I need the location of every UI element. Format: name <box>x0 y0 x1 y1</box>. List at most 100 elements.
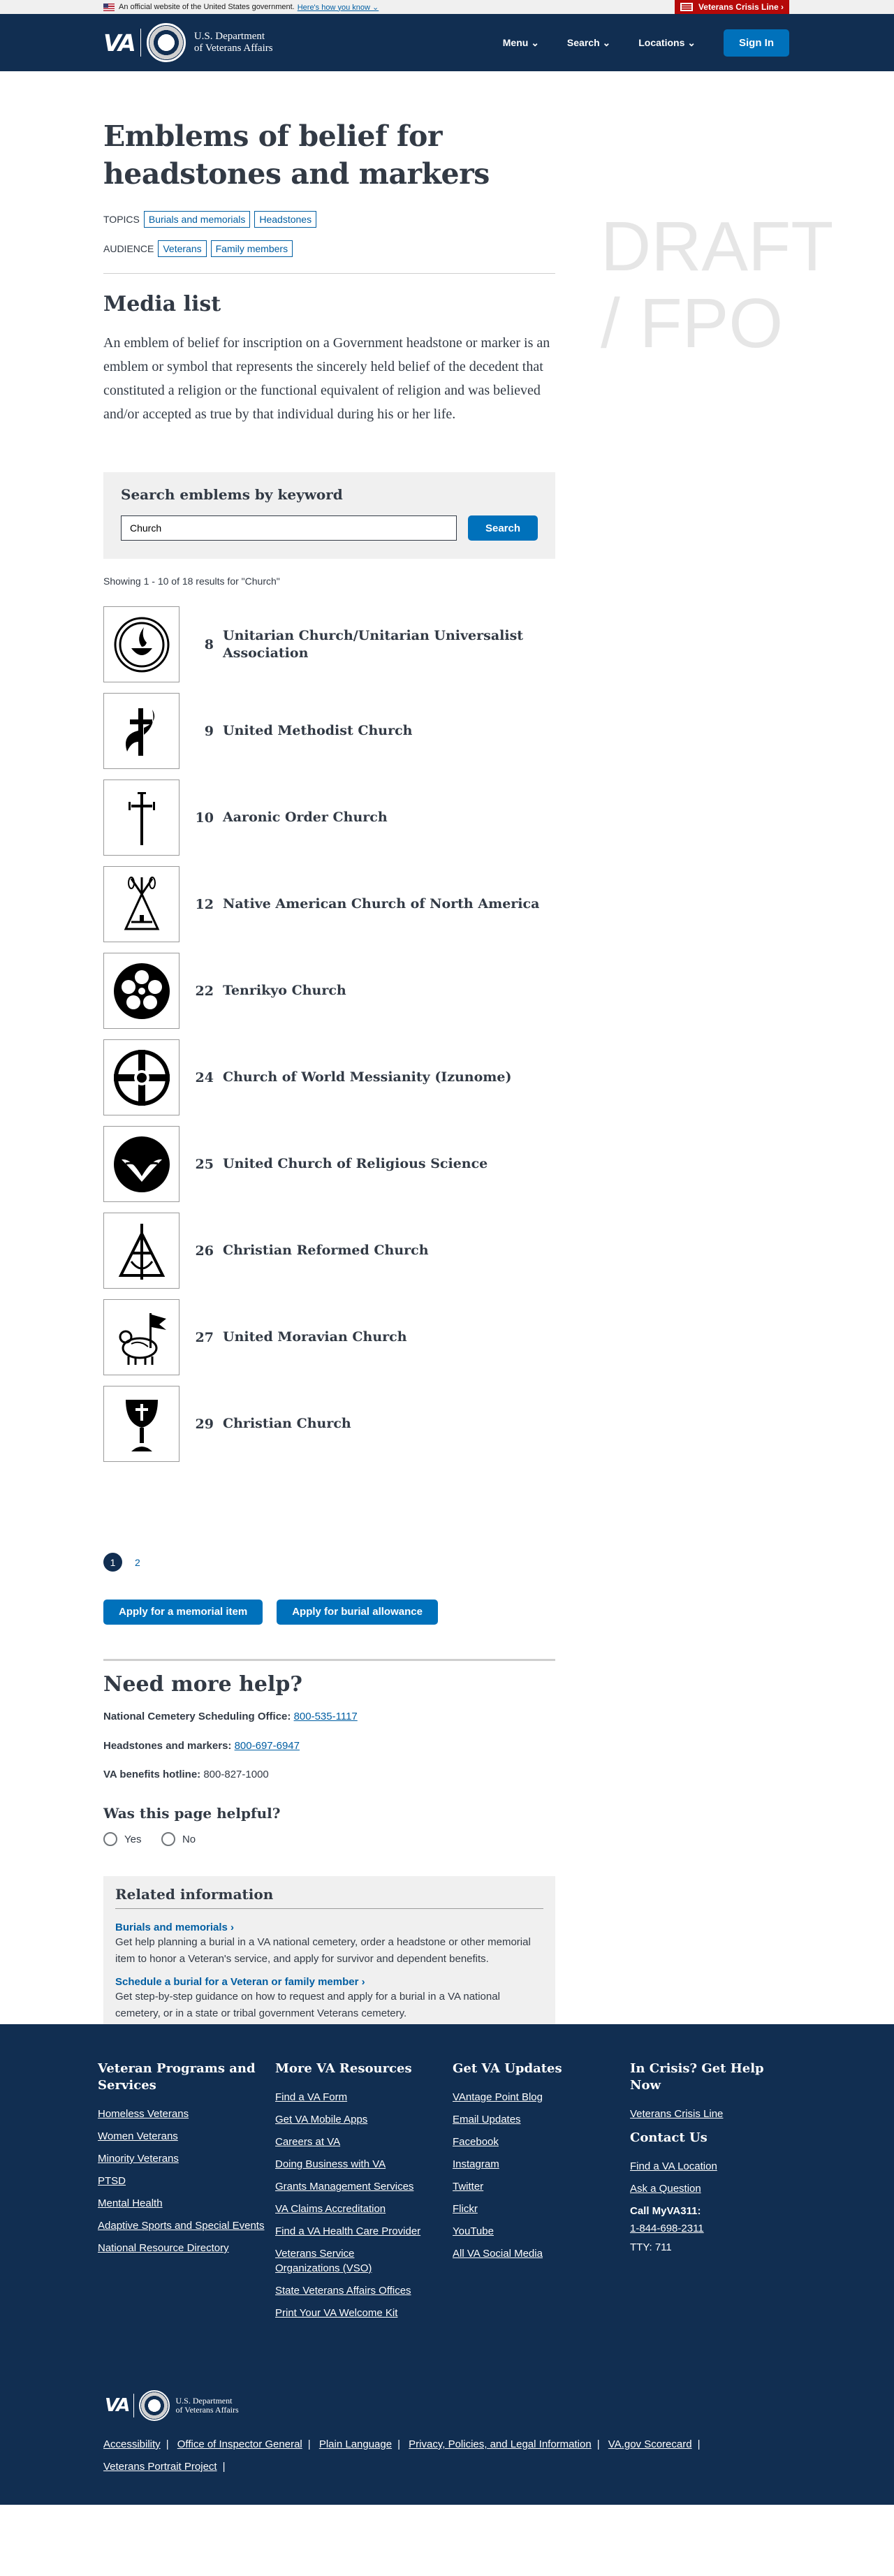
tenrikyo-flower-icon <box>103 953 179 1029</box>
footer-link[interactable]: Flickr <box>453 2202 620 2216</box>
footer-bottom-link[interactable]: Accessibility <box>103 2438 161 2450</box>
emblem-name: Church of World Messianity (Izunome) <box>223 1069 512 1085</box>
feedback-yes-radio[interactable]: Yes <box>103 1832 141 1846</box>
footer-link[interactable]: Get VA Mobile Apps <box>275 2112 443 2127</box>
footer-link[interactable]: Print Your VA Welcome Kit <box>275 2306 443 2320</box>
footer-link[interactable]: PTSD <box>98 2174 265 2188</box>
sign-in-button[interactable]: Sign In <box>724 29 789 57</box>
contact-us-heading: Contact Us <box>630 2130 708 2145</box>
topic-tag-headstones[interactable]: Headstones <box>254 211 317 228</box>
search-button[interactable]: Search <box>468 515 538 541</box>
footer-bottom-link[interactable]: Office of Inspector General <box>177 2438 302 2450</box>
footer-bottom-link[interactable]: VA.gov Scorecard <box>608 2438 692 2450</box>
footer-link[interactable]: Doing Business with VA <box>275 2157 443 2172</box>
chalice-icon <box>103 1386 179 1462</box>
footer-link[interactable]: Grants Management Services <box>275 2179 443 2194</box>
feedback-options: Yes No <box>103 1832 555 1850</box>
site-header: VA U.S. Department of Veterans Affairs M… <box>0 14 894 71</box>
related-heading: Related information <box>115 1886 543 1909</box>
apply-memorial-button[interactable]: Apply for a memorial item <box>103 1600 263 1625</box>
emblem-name: United Church of Religious Science <box>223 1156 488 1171</box>
religious-science-icon <box>103 1126 179 1202</box>
moravian-lamb-icon <box>103 1299 179 1375</box>
footer-link[interactable]: State Veterans Affairs Offices <box>275 2283 443 2298</box>
feedback-no-radio[interactable]: No <box>161 1832 196 1846</box>
audience-tag-family[interactable]: Family members <box>210 240 293 257</box>
how-you-know-link[interactable]: Here's how you know ⌄ <box>298 3 379 12</box>
audience-tag-veterans[interactable]: Veterans <box>158 240 207 257</box>
footer-link[interactable]: All VA Social Media <box>453 2246 620 2261</box>
cross-and-flame-icon <box>103 693 179 769</box>
search-heading: Search emblems by keyword <box>121 486 343 503</box>
list-item[interactable]: 25 United Church of Religious Science <box>103 1126 555 1202</box>
footer-link[interactable]: Ask a Question <box>630 2181 798 2196</box>
footer-link[interactable]: National Resource Directory <box>98 2241 265 2255</box>
footer-link[interactable]: Veterans Service Organizations (VSO) <box>275 2246 422 2276</box>
page-1-current[interactable]: 1 <box>103 1553 122 1572</box>
apply-burial-allowance-button[interactable]: Apply for burial allowance <box>277 1600 438 1625</box>
va-wordmark: VA <box>103 29 136 57</box>
footer-link[interactable]: Adaptive Sports and Special Events <box>98 2218 265 2233</box>
footer-link[interactable]: Find a VA Location <box>630 2159 798 2174</box>
audience-label: AUDIENCE <box>103 243 154 254</box>
list-item[interactable]: 22 Tenrikyo Church <box>103 953 555 1029</box>
footer-link[interactable]: Instagram <box>453 2157 620 2172</box>
locations-button[interactable]: Locations ⌄ <box>638 37 696 49</box>
keyword-search-input[interactable] <box>121 515 457 541</box>
flaming-chalice-icon <box>103 606 179 682</box>
list-item[interactable]: 29 Christian Church <box>103 1386 555 1462</box>
audience-row: AUDIENCE Veterans Family members <box>103 240 555 257</box>
myva311-phone-link[interactable]: 1-844-698-2311 <box>630 2221 798 2236</box>
list-item[interactable]: 24 Church of World Messianity (Izunome) <box>103 1039 555 1115</box>
department-name: U.S. Department of Veterans Affairs <box>194 31 273 54</box>
footer-crisis-link[interactable]: Veterans Crisis Line <box>630 2107 798 2121</box>
footer-link[interactable]: VA Claims Accreditation <box>275 2202 443 2216</box>
us-flag-icon <box>103 3 115 11</box>
list-item[interactable]: 26 Christian Reformed Church <box>103 1213 555 1289</box>
footer-link[interactable]: VAntage Point Blog <box>453 2090 620 2105</box>
va-logo[interactable]: VA U.S. Department of Veterans Affairs <box>103 23 273 62</box>
schedule-burial-desc: Get step-by-step guidance on how to requ… <box>115 1991 500 2019</box>
call-myva311-label: Call MyVA311: <box>630 2205 701 2217</box>
footer-link[interactable]: Minority Veterans <box>98 2151 265 2166</box>
footer-col-heading: Get VA Updates <box>453 2061 562 2076</box>
christian-reformed-icon <box>103 1213 179 1289</box>
list-item[interactable]: 9 United Methodist Church <box>103 693 555 769</box>
footer-link[interactable]: Women Veterans <box>98 2129 265 2144</box>
veterans-crisis-line-button[interactable]: Veterans Crisis Line › <box>674 0 789 14</box>
emblem-number: 8 <box>204 636 214 652</box>
page-title: Emblems of belief for headstones and mar… <box>103 117 555 193</box>
footer-link[interactable]: Find a VA Health Care Provider <box>275 2224 443 2239</box>
gov-banner-text: An official website of the United States… <box>119 3 295 11</box>
footer-link[interactable]: YouTube <box>453 2224 620 2239</box>
headstones-line: Headstones and markers: 800-697-6947 <box>103 1740 555 1752</box>
page-title-line-1: Emblems of belief for <box>103 119 442 153</box>
footer-link[interactable]: Facebook <box>453 2135 620 2149</box>
footer-bottom-link[interactable]: Privacy, Policies, and Legal Information <box>409 2438 592 2450</box>
list-item[interactable]: 12 Native American Church of North Ameri… <box>103 866 555 942</box>
footer-link[interactable]: Find a VA Form <box>275 2090 443 2105</box>
footer-bottom-link[interactable]: Plain Language <box>319 2438 392 2450</box>
emblem-number: 9 <box>204 723 214 739</box>
gov-banner: An official website of the United States… <box>0 0 894 14</box>
list-item[interactable]: 27 United Moravian Church <box>103 1299 555 1375</box>
list-item[interactable]: 10 Aaronic Order Church <box>103 780 555 856</box>
yes-label: Yes <box>124 1833 142 1845</box>
list-item[interactable]: 8 Unitarian Church/Unitarian Universalis… <box>103 606 555 682</box>
footer-bottom-link[interactable]: Veterans Portrait Project <box>103 2461 217 2473</box>
schedule-burial-link[interactable]: Schedule a burial for a Veteran or famil… <box>115 1976 365 1988</box>
footer-link[interactable]: Twitter <box>453 2179 620 2194</box>
footer-link[interactable]: Careers at VA <box>275 2135 443 2149</box>
headstones-phone-link[interactable]: 800-697-6947 <box>235 1740 300 1752</box>
footer-link[interactable]: Homeless Veterans <box>98 2107 265 2121</box>
menu-button[interactable]: Menu ⌄ <box>503 37 539 49</box>
page-2-link[interactable]: 2 <box>135 1557 140 1568</box>
burials-memorials-link[interactable]: Burials and memorials › <box>115 1922 234 1933</box>
scheduling-phone-link[interactable]: 800-535-1117 <box>294 1711 358 1722</box>
emblem-number: 26 <box>195 1243 214 1259</box>
search-menu-button[interactable]: Search ⌄ <box>567 37 610 49</box>
topic-tag-burials[interactable]: Burials and memorials <box>143 211 251 228</box>
footer-link[interactable]: Mental Health <box>98 2196 265 2211</box>
footer-link[interactable]: Email Updates <box>453 2112 620 2127</box>
footer-va-logo[interactable]: VA U.S. Department of Veterans Affairs <box>105 2390 239 2421</box>
